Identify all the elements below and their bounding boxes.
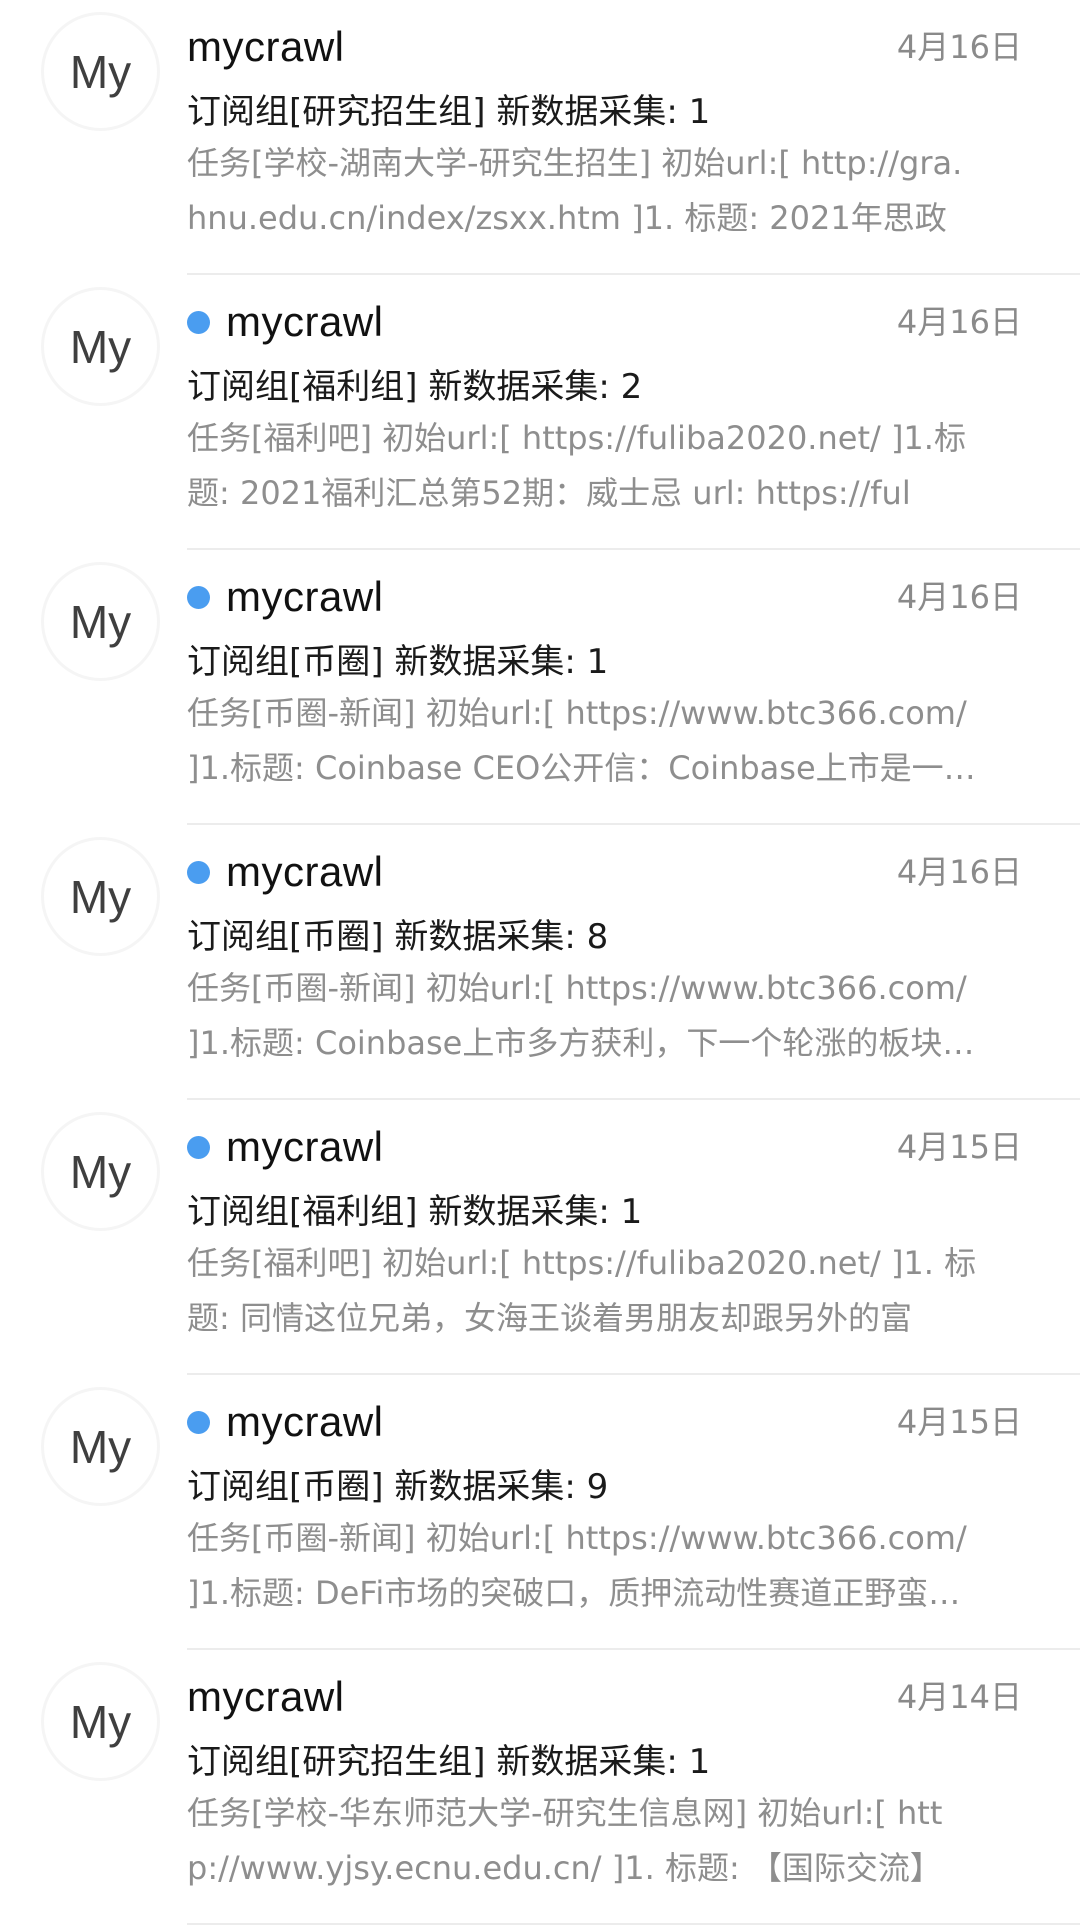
- preview-line: 题: 2021福利汇总第52期：威士忌 url: https://ful: [187, 474, 911, 512]
- message-date: 4月14日: [896, 1678, 1022, 1716]
- preview-line: 任务[学校-湖南大学-研究生招生] 初始url:[ http://gra.: [187, 144, 963, 182]
- preview-line: 题: 同情这位兄弟，女海王谈着男朋友却跟另外的富: [187, 1299, 912, 1337]
- message-preview: 任务[福利吧] 初始url:[ https://fuliba2020.net/ …: [187, 411, 1027, 521]
- message-date: 4月16日: [896, 303, 1022, 341]
- message-date: 4月16日: [896, 28, 1022, 66]
- unread-dot-icon: [187, 1410, 210, 1434]
- avatar[interactable]: My: [44, 1115, 157, 1228]
- preview-line: 任务[福利吧] 初始url:[ https://fuliba2020.net/ …: [187, 419, 966, 457]
- preview-line: hnu.edu.cn/index/zsxx.htm ]1. 标题: 2021年思…: [187, 199, 947, 237]
- message-subject: 订阅组[福利组] 新数据采集: 2: [187, 367, 643, 407]
- sender-name: mycrawl: [226, 573, 384, 620]
- preview-line: 任务[币圈-新闻] 初始url:[ https://www.btc366.com…: [187, 694, 967, 732]
- message-date: 4月15日: [896, 1128, 1022, 1166]
- sender-name: mycrawl: [226, 298, 384, 345]
- sender-row: mycrawl: [187, 293, 384, 351]
- message-subject: 订阅组[币圈] 新数据采集: 1: [187, 642, 609, 682]
- sender-row: mycrawl: [187, 1668, 345, 1726]
- mail-item[interactable]: My mycrawl 4月15日 订阅组[币圈] 新数据采集: 9 任务[币圈-…: [0, 1375, 1080, 1650]
- mail-list: My mycrawl 4月16日 订阅组[研究招生组] 新数据采集: 1 任务[…: [0, 0, 1080, 1925]
- message-preview: 任务[币圈-新闻] 初始url:[ https://www.btc366.com…: [187, 686, 1027, 796]
- unread-dot-icon: [187, 310, 210, 334]
- message-subject: 订阅组[研究招生组] 新数据采集: 1: [187, 92, 711, 132]
- avatar[interactable]: My: [44, 840, 157, 953]
- message-subject: 订阅组[币圈] 新数据采集: 8: [187, 917, 609, 957]
- sender-row: mycrawl: [187, 1118, 384, 1176]
- message-preview: 任务[福利吧] 初始url:[ https://fuliba2020.net/ …: [187, 1236, 1027, 1346]
- message-date: 4月16日: [896, 853, 1022, 891]
- message-preview: 任务[币圈-新闻] 初始url:[ https://www.btc366.com…: [187, 1511, 1027, 1621]
- sender-name: mycrawl: [226, 848, 384, 895]
- mail-item[interactable]: My mycrawl 4月16日 订阅组[福利组] 新数据采集: 2 任务[福利…: [0, 275, 1080, 550]
- preview-line: p://www.yjsy.ecnu.edu.cn/ ]1. 标题: 【国际交流】: [187, 1849, 942, 1887]
- sender-row: mycrawl: [187, 1393, 384, 1451]
- preview-line: ]1.标题: Coinbase上市多方获利，下一个轮涨的板块…: [187, 1024, 975, 1062]
- message-subject: 订阅组[研究招生组] 新数据采集: 1: [187, 1742, 711, 1782]
- unread-dot-icon: [187, 1135, 210, 1159]
- sender-name: mycrawl: [187, 1673, 345, 1720]
- sender-name: mycrawl: [226, 1398, 384, 1445]
- message-preview: 任务[币圈-新闻] 初始url:[ https://www.btc366.com…: [187, 961, 1027, 1071]
- sender-name: mycrawl: [226, 1123, 384, 1170]
- sender-name: mycrawl: [187, 23, 345, 70]
- unread-dot-icon: [187, 860, 210, 884]
- sender-row: mycrawl: [187, 568, 384, 626]
- preview-line: 任务[币圈-新闻] 初始url:[ https://www.btc366.com…: [187, 969, 967, 1007]
- message-date: 4月16日: [896, 578, 1022, 616]
- message-preview: 任务[学校-华东师范大学-研究生信息网] 初始url:[ htt p://www…: [187, 1786, 1027, 1896]
- preview-line: 任务[福利吧] 初始url:[ https://fuliba2020.net/ …: [187, 1244, 977, 1282]
- preview-line: 任务[币圈-新闻] 初始url:[ https://www.btc366.com…: [187, 1519, 967, 1557]
- mail-item[interactable]: My mycrawl 4月16日 订阅组[研究招生组] 新数据采集: 1 任务[…: [0, 0, 1080, 275]
- avatar[interactable]: My: [44, 1390, 157, 1503]
- message-date: 4月15日: [896, 1403, 1022, 1441]
- avatar[interactable]: My: [44, 1665, 157, 1778]
- avatar[interactable]: My: [44, 290, 157, 403]
- preview-line: ]1.标题: DeFi市场的突破口，质押流动性赛道正野蛮…: [187, 1574, 961, 1612]
- sender-row: mycrawl: [187, 18, 345, 76]
- unread-dot-icon: [187, 585, 210, 609]
- message-subject: 订阅组[福利组] 新数据采集: 1: [187, 1192, 643, 1232]
- message-subject: 订阅组[币圈] 新数据采集: 9: [187, 1467, 609, 1507]
- avatar[interactable]: My: [44, 565, 157, 678]
- message-preview: 任务[学校-湖南大学-研究生招生] 初始url:[ http://gra. hn…: [187, 136, 1027, 246]
- mail-item[interactable]: My mycrawl 4月16日 订阅组[币圈] 新数据采集: 8 任务[币圈-…: [0, 825, 1080, 1100]
- mail-item[interactable]: My mycrawl 4月16日 订阅组[币圈] 新数据采集: 1 任务[币圈-…: [0, 550, 1080, 825]
- avatar[interactable]: My: [44, 15, 157, 128]
- mail-item[interactable]: My mycrawl 4月15日 订阅组[福利组] 新数据采集: 1 任务[福利…: [0, 1100, 1080, 1375]
- mail-item[interactable]: My mycrawl 4月14日 订阅组[研究招生组] 新数据采集: 1 任务[…: [0, 1650, 1080, 1925]
- preview-line: ]1.标题: Coinbase CEO公开信：Coinbase上市是一…: [187, 749, 976, 787]
- sender-row: mycrawl: [187, 843, 384, 901]
- preview-line: 任务[学校-华东师范大学-研究生信息网] 初始url:[ htt: [187, 1794, 943, 1832]
